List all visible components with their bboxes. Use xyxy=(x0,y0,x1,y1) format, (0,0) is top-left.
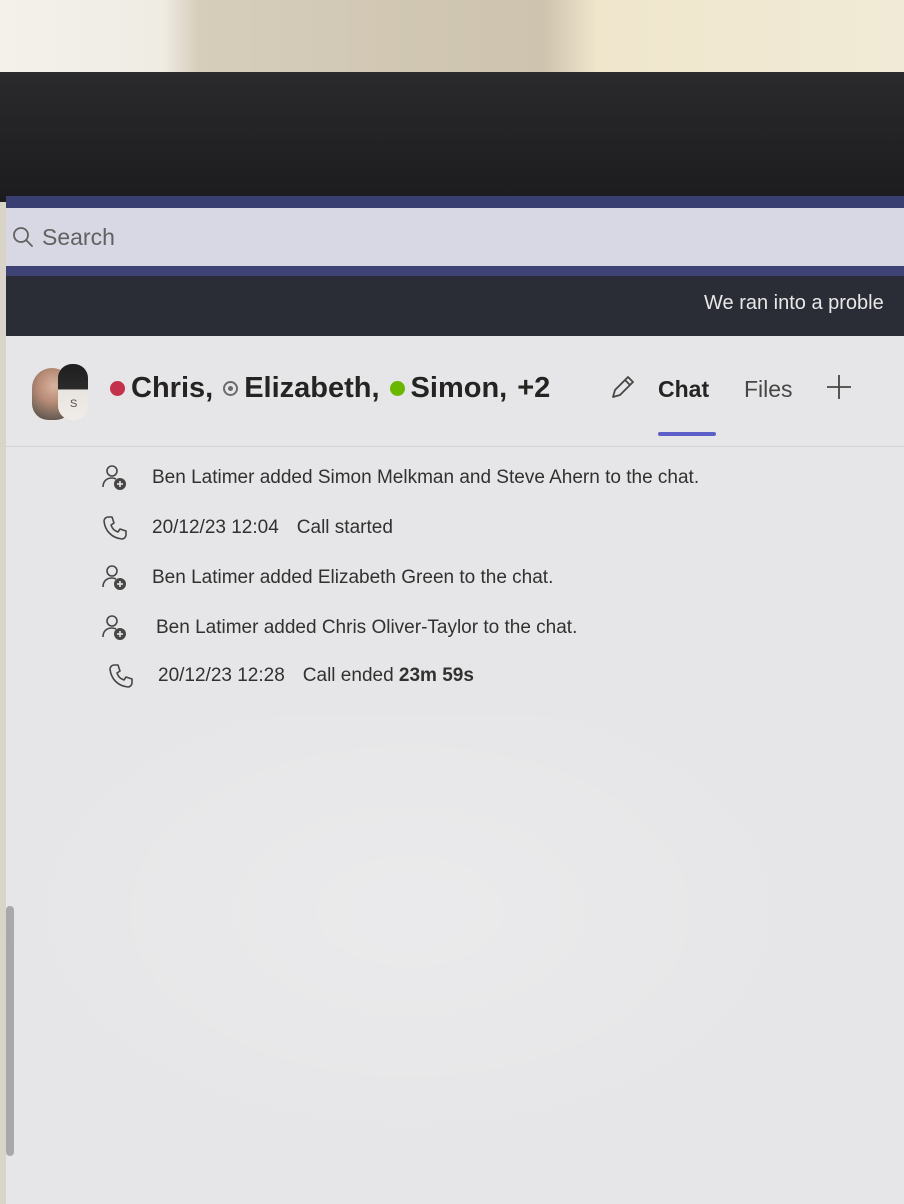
away-status-icon xyxy=(223,381,239,396)
active-tab-indicator xyxy=(658,432,716,436)
plus-icon[interactable] xyxy=(824,372,854,402)
busy-status-icon xyxy=(110,381,125,396)
laptop-bezel xyxy=(0,72,904,202)
search-input[interactable]: Search xyxy=(42,224,115,251)
phone-icon xyxy=(100,513,130,543)
event-timestamp: 20/12/23 12:04 xyxy=(152,517,279,538)
teams-window: Search We ran into a proble S Chris, Eli… xyxy=(6,196,904,1204)
event-text: 20/12/23 12:04 Call started xyxy=(152,517,393,539)
event-message: Call ended xyxy=(302,665,394,686)
pencil-icon[interactable] xyxy=(604,370,640,406)
chat-header: S Chris, Elizabeth, Simon, +2 Chat Files xyxy=(6,336,904,447)
event-timestamp: 20/12/23 12:28 xyxy=(158,665,285,686)
avatar-secondary: S xyxy=(58,364,88,420)
search-bar[interactable]: Search xyxy=(6,208,904,266)
more-participants-count[interactable]: +2 xyxy=(517,372,550,405)
event-text: Ben Latimer added Chris Oliver-Taylor to… xyxy=(156,617,577,639)
tab-chat[interactable]: Chat xyxy=(658,376,709,403)
tab-files[interactable]: Files xyxy=(744,376,793,403)
search-icon xyxy=(8,222,38,252)
avatar-initial: S xyxy=(70,398,78,410)
available-status-icon xyxy=(389,381,405,396)
header-divider xyxy=(6,446,904,447)
screen-glare xyxy=(6,716,904,1204)
event-message: Ben Latimer added Simon Melkman and Stev… xyxy=(152,467,700,488)
scrollbar[interactable] xyxy=(6,906,14,1156)
event-text: Ben Latimer added Elizabeth Green to the… xyxy=(152,567,553,589)
participant-name: Elizabeth, xyxy=(244,372,380,404)
title-bar xyxy=(6,196,904,208)
event-message: Call started xyxy=(296,517,393,538)
error-banner: We ran into a proble xyxy=(6,276,904,336)
phone-icon xyxy=(106,661,136,691)
event-text: 20/12/23 12:28 Call ended 23m 59s xyxy=(158,665,474,687)
group-avatar[interactable]: S xyxy=(32,364,90,426)
call-duration: 23m 59s xyxy=(398,665,474,686)
event-message: Ben Latimer added Elizabeth Green to the… xyxy=(152,567,554,588)
person-add-icon xyxy=(100,563,130,593)
nav-strip xyxy=(6,266,904,276)
participant-name: Simon, xyxy=(410,372,508,404)
person-add-icon xyxy=(100,463,130,493)
background-room xyxy=(0,0,904,80)
chat-title[interactable]: Chris, Elizabeth, Simon, +2 xyxy=(110,372,560,405)
event-message: Ben Latimer added Chris Oliver-Taylor to… xyxy=(156,617,578,638)
event-text: Ben Latimer added Simon Melkman and Stev… xyxy=(152,467,699,489)
person-add-icon xyxy=(100,613,130,643)
participant-name: Chris, xyxy=(131,372,214,404)
error-banner-text: We ran into a proble xyxy=(704,292,884,314)
